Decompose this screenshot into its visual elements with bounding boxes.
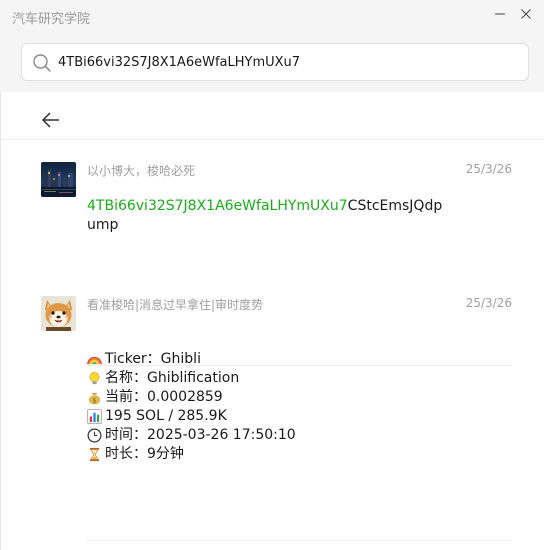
back-arrow-icon bbox=[41, 112, 59, 128]
money-bag-icon: $ bbox=[88, 392, 101, 405]
title-bar: 汽车研究学院 bbox=[0, 0, 544, 34]
window-title: 汽车研究学院 bbox=[12, 12, 91, 27]
hourglass-icon bbox=[89, 447, 100, 462]
message-date: 25/3/26 bbox=[465, 162, 512, 176]
back-button[interactable] bbox=[39, 108, 63, 132]
search-icon bbox=[33, 54, 51, 72]
message-body: 4TBi66vi32S7J8X1A6eWfaLHYmUXu7CStcEmsJQd… bbox=[87, 197, 447, 235]
city-night-avatar-image bbox=[41, 162, 76, 197]
search-bar-area bbox=[0, 34, 544, 92]
name-line: 名称：Ghiblification bbox=[105, 370, 240, 386]
message-item[interactable]: 以小博大，梭哈必死 25/3/26 4TBi66vi32S7J8X1A6eWfa… bbox=[41, 162, 513, 272]
svg-text:$: $ bbox=[92, 396, 96, 404]
header-divider bbox=[1, 139, 544, 140]
close-icon bbox=[521, 9, 531, 19]
search-results: 以小博大，梭哈必死 25/3/26 4TBi66vi32S7J8X1A6eWfa… bbox=[0, 92, 544, 550]
avatar[interactable] bbox=[41, 162, 76, 197]
message-divider bbox=[87, 540, 512, 541]
time-line: 时间：2025-03-26 17:50:10 bbox=[105, 427, 296, 443]
message-line: 名称：Ghiblification bbox=[87, 369, 296, 388]
ticker-line: Ticker：Ghibli bbox=[105, 351, 201, 367]
message-item[interactable]: 看准梭哈|消息过早拿住|审时度势 25/3/26 Ticker：Ghibli 名… bbox=[41, 296, 513, 496]
sender-name: 以小博大，梭哈必死 bbox=[87, 164, 196, 178]
bar-chart-icon bbox=[87, 409, 102, 424]
minimize-icon bbox=[495, 13, 505, 15]
message-line: $ 当前：0.0002859 bbox=[87, 388, 296, 407]
price-line: 当前：0.0002859 bbox=[105, 389, 223, 405]
lightbulb-icon bbox=[89, 372, 100, 385]
avatar[interactable] bbox=[41, 296, 76, 331]
message-line: 195 SOL / 285.9K bbox=[87, 407, 296, 426]
search-box[interactable] bbox=[21, 43, 529, 81]
message-date: 25/3/26 bbox=[465, 296, 512, 310]
close-button[interactable] bbox=[513, 4, 539, 24]
volume-line: 195 SOL / 285.9K bbox=[105, 408, 227, 424]
clock-icon bbox=[87, 428, 102, 443]
rainbow-icon bbox=[87, 356, 102, 365]
search-highlight: 4TBi66vi32S7J8X1A6eWfaLHYmUXu7 bbox=[87, 198, 348, 214]
message-body: Ticker：Ghibli 名称：Ghiblification $ 当前：0.0… bbox=[87, 350, 296, 464]
sender-name: 看准梭哈|消息过早拿住|审时度势 bbox=[87, 298, 264, 312]
chat-search-window: 汽车研究学院 4TBi66vi32S7J8X1A6eWfaLHYmUXu7 以小… bbox=[0, 0, 544, 550]
message-line: 时长：9分钟 bbox=[87, 445, 296, 464]
duration-line: 时长：9分钟 bbox=[105, 446, 184, 462]
shiba-dog-avatar-image bbox=[41, 296, 76, 331]
message-line: Ticker：Ghibli bbox=[87, 350, 296, 369]
minimize-button[interactable] bbox=[487, 4, 513, 24]
search-input[interactable] bbox=[58, 44, 518, 80]
message-line: 时间：2025-03-26 17:50:10 bbox=[87, 426, 296, 445]
